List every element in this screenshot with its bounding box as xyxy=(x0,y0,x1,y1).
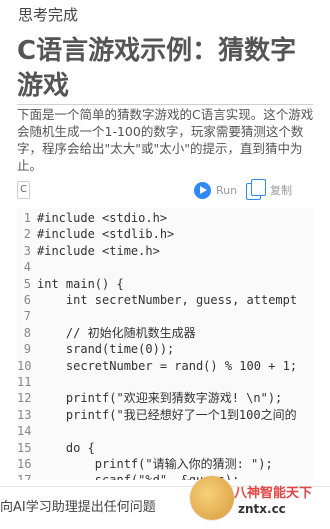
code-text: // 初始化随机数生成器 xyxy=(37,325,196,340)
run-label: Run xyxy=(216,183,238,197)
line-number: 17 xyxy=(17,470,31,480)
code-text: printf("欢迎来到猜数字游戏! \n"); xyxy=(37,391,283,406)
watermark-logo-icon xyxy=(190,476,234,520)
status-text: 思考完成 xyxy=(18,6,79,24)
page-title: C语言游戏示例：猜数字游戏 xyxy=(17,36,297,101)
code-text: printf("请输入你的猜测: "); xyxy=(37,457,273,471)
language-badge: C xyxy=(17,181,30,199)
copy-label: 复制 xyxy=(270,184,292,197)
watermark-domain: zntx.cc xyxy=(238,502,286,516)
watermark-brand: 八神智能天下 xyxy=(234,486,313,501)
code-block[interactable]: 1 #include <stdio.h> 2 #include <stdlib.h> 3… xyxy=(17,208,313,480)
copy-button[interactable]: 复制 xyxy=(246,178,292,202)
play-icon xyxy=(194,181,211,199)
description-text: 下面是一个简单的猜数字游戏的C语言实现。这个游戏会随机生成一个1-100的数字，… xyxy=(17,107,314,173)
code-text: #include <stdio.h> xyxy=(37,211,168,225)
copy-icon xyxy=(246,179,266,201)
ask-input[interactable]: 向AI学习助理提出任何问题 xyxy=(0,497,200,519)
watermark: 八神智能天下 zntx.cc xyxy=(190,474,330,528)
code-toolbar: C Run 复制 xyxy=(17,178,313,204)
title-divider xyxy=(17,104,313,105)
code-text: do { xyxy=(37,440,95,455)
code-text: int main() { xyxy=(37,276,124,291)
code-text: #include <time.h> xyxy=(37,243,160,258)
run-button[interactable]: Run xyxy=(194,180,237,200)
code-text: srand(time(0)); xyxy=(37,342,175,357)
code-text: secretNumber = rand() % 100 + 1; xyxy=(37,358,298,373)
code-text: int secretNumber, guess, attempt xyxy=(37,293,298,307)
code-text: #include <stdlib.h> xyxy=(37,227,175,242)
code-text: printf("我已经想好了一个1到100之间的 xyxy=(37,407,297,422)
